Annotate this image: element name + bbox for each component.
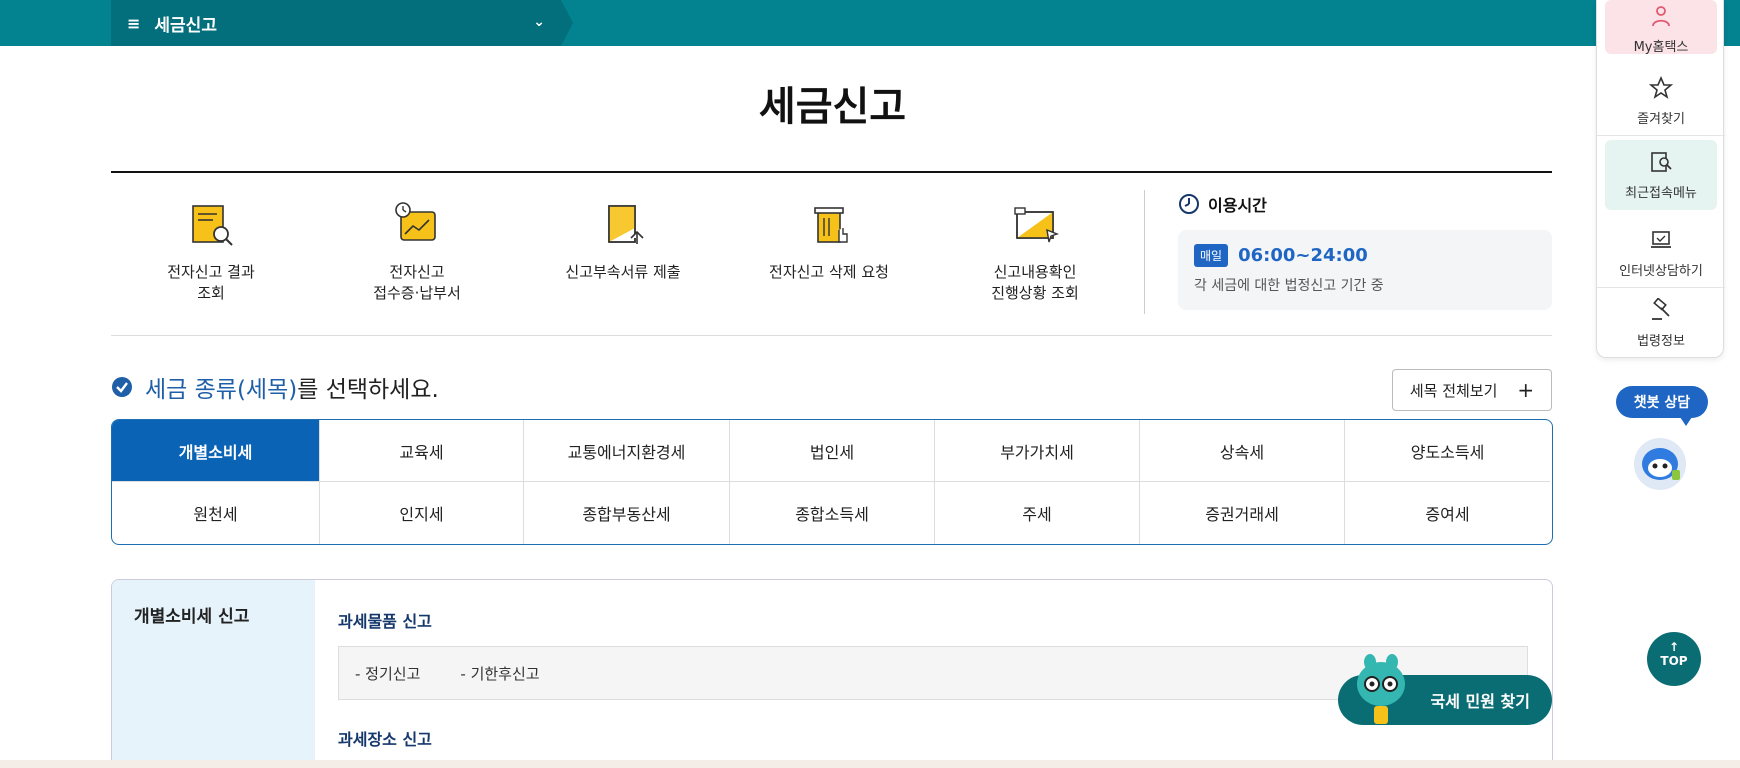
recent-search-icon bbox=[1651, 152, 1672, 172]
service-delete-request[interactable]: 전자신고 삭제 요청 bbox=[729, 190, 929, 283]
service-attachments-submit[interactable]: 신고부속서류 제출 bbox=[523, 190, 723, 283]
service-label-line1: 신고내용확인 bbox=[993, 263, 1077, 281]
breadcrumb-label: 세금신고 bbox=[154, 15, 217, 36]
service-label-line1: 신고부속서류 제출 bbox=[565, 263, 681, 281]
daily-badge: 매일 bbox=[1194, 244, 1229, 267]
panel-side-title: 개별소비세 신고 bbox=[112, 580, 315, 768]
trash-click-icon bbox=[814, 207, 848, 243]
top-nav-bar: ≡ 세금신고 ⌄ bbox=[0, 0, 1740, 46]
service-result-lookup[interactable]: 전자신고 결과 조회 bbox=[111, 190, 311, 304]
service-hours-title: 이용시간 bbox=[1208, 196, 1267, 215]
tax-select-rest: 를 선택하세요. bbox=[297, 377, 439, 403]
tax-type-grid: 개별소비세 교육세 교통에너지환경세 법인세 부가가치세 상속세 양도소득세 원… bbox=[111, 419, 1553, 545]
hamburger-icon: ≡ bbox=[127, 13, 141, 33]
clock-icon bbox=[1179, 194, 1199, 214]
top-label: TOP bbox=[1660, 654, 1688, 668]
quick-favorites[interactable]: 즐겨찾기 bbox=[1597, 66, 1725, 136]
tax-tab-증권거래세[interactable]: 증권거래세 bbox=[1140, 482, 1345, 544]
document-upload-icon bbox=[608, 205, 644, 244]
tax-tab-원천세[interactable]: 원천세 bbox=[112, 482, 320, 544]
tax-tab-교통에너지환경세[interactable]: 교통에너지환경세 bbox=[524, 420, 730, 482]
service-label-line2: 접수증·납부서 bbox=[373, 284, 461, 302]
quick-internet-consult[interactable]: 인터넷상담하기 bbox=[1597, 218, 1725, 288]
services-divider bbox=[1144, 190, 1145, 314]
quick-my-label: My홈택스 bbox=[1633, 40, 1689, 55]
tax-select-highlight: 세금 종류(세목) bbox=[145, 377, 298, 403]
tax-tab-부가가치세[interactable]: 부가가치세 bbox=[935, 420, 1140, 482]
tax-tab-종합부동산세[interactable]: 종합부동산세 bbox=[524, 482, 730, 544]
breadcrumb-dropdown[interactable]: ≡ 세금신고 ⌄ bbox=[111, 0, 561, 46]
quick-recent-menu[interactable]: 최근접속메뉴 bbox=[1605, 140, 1717, 210]
quick-recent-label: 최근접속메뉴 bbox=[1625, 186, 1697, 201]
title-divider bbox=[111, 171, 1552, 173]
quick-services: 전자신고 결과 조회 전자신고 접수증·납부서 신고부속서류 제출 전자신고 삭… bbox=[111, 190, 1141, 316]
quick-my-hometax[interactable]: My홈택스 bbox=[1605, 0, 1717, 55]
service-status-check[interactable]: 신고내용확인 진행상황 조회 bbox=[935, 190, 1135, 304]
service-label-line1: 전자신고 결과 bbox=[167, 263, 255, 281]
service-label-line1: 전자신고 삭제 요청 bbox=[769, 263, 889, 281]
service-label-line2: 조회 bbox=[197, 284, 225, 302]
view-all-label: 세목 전체보기 bbox=[1409, 381, 1498, 400]
document-search-icon bbox=[192, 205, 233, 246]
user-icon bbox=[1652, 6, 1670, 27]
quick-consult-label: 인터넷상담하기 bbox=[1619, 264, 1703, 279]
tax-tab-양도소득세[interactable]: 양도소득세 bbox=[1345, 420, 1550, 482]
chatbot-button[interactable]: 챗봇 상담 bbox=[1616, 386, 1708, 426]
service-hours-note: 각 세금에 대한 법정신고 기간 중 bbox=[1194, 278, 1384, 294]
scroll-top-button[interactable]: ↑ TOP bbox=[1647, 632, 1701, 686]
chevron-down-icon: ⌄ bbox=[533, 14, 545, 30]
service-receipt-payment[interactable]: 전자신고 접수증·납부서 bbox=[317, 190, 517, 304]
page-title: 세금신고 bbox=[758, 84, 907, 130]
service-label-line2: 진행상황 조회 bbox=[991, 284, 1079, 302]
plus-icon: + bbox=[1517, 378, 1535, 402]
section-goods-title: 과세물품 신고 bbox=[338, 612, 432, 631]
quick-law-label: 법령정보 bbox=[1637, 334, 1685, 349]
star-icon bbox=[1648, 75, 1674, 99]
civil-label: 국세 민원 찾기 bbox=[1430, 692, 1530, 711]
tax-tab-법인세[interactable]: 법인세 bbox=[730, 420, 935, 482]
service-hours-card: 매일 06:00~24:00 각 세금에 대한 법정신고 기간 중 bbox=[1178, 230, 1552, 310]
gavel-icon bbox=[1652, 297, 1670, 320]
tax-detail-panel: 개별소비세 신고 과세물품 신고 - 정기신고 - 기한후신고 과세장소 신고 bbox=[111, 579, 1553, 768]
tax-tab-상속세[interactable]: 상속세 bbox=[1140, 420, 1345, 482]
quick-menu: My홈택스 즐겨찾기 최근접속메뉴 인터넷상담하기 법령정보 bbox=[1596, 0, 1725, 358]
tax-tab-증여세[interactable]: 증여세 bbox=[1345, 482, 1550, 544]
laptop-icon bbox=[1651, 231, 1671, 248]
chatbot-mascot-icon[interactable] bbox=[1628, 430, 1692, 494]
bottom-strip bbox=[0, 760, 1740, 768]
tax-tab-종합소득세[interactable]: 종합소득세 bbox=[730, 482, 935, 544]
check-circle-icon bbox=[112, 377, 132, 397]
mascot-icon bbox=[1357, 654, 1405, 724]
service-label-line1: 전자신고 bbox=[389, 263, 445, 281]
quick-favorites-label: 즐겨찾기 bbox=[1637, 112, 1685, 127]
receipt-clock-icon bbox=[395, 202, 436, 241]
quick-law-info[interactable]: 법령정보 bbox=[1597, 288, 1725, 358]
service-hours: 이용시간 매일 06:00~24:00 각 세금에 대한 법정신고 기간 중 bbox=[1178, 192, 1552, 310]
tax-tab-교육세[interactable]: 교육세 bbox=[320, 420, 524, 482]
tax-select-heading: 세금 종류(세목) 를 선택하세요. bbox=[111, 370, 439, 404]
link-late-filing[interactable]: - 기한후신고 bbox=[460, 663, 539, 684]
tax-tab-개별소비세[interactable]: 개별소비세 bbox=[112, 420, 320, 482]
arrow-up-icon: ↑ bbox=[1668, 640, 1680, 654]
tax-tab-인지세[interactable]: 인지세 bbox=[320, 482, 524, 544]
link-regular-filing[interactable]: - 정기신고 bbox=[355, 663, 420, 684]
service-hours-header: 이용시간 bbox=[1178, 192, 1552, 216]
service-hours-time: 06:00~24:00 bbox=[1238, 245, 1368, 266]
breadcrumb-arrow bbox=[561, 0, 573, 46]
tax-tab-주세[interactable]: 주세 bbox=[935, 482, 1140, 544]
view-all-tax-button[interactable]: 세목 전체보기 + bbox=[1392, 369, 1552, 411]
section-divider bbox=[111, 335, 1552, 336]
folder-cursor-icon bbox=[1014, 207, 1060, 243]
